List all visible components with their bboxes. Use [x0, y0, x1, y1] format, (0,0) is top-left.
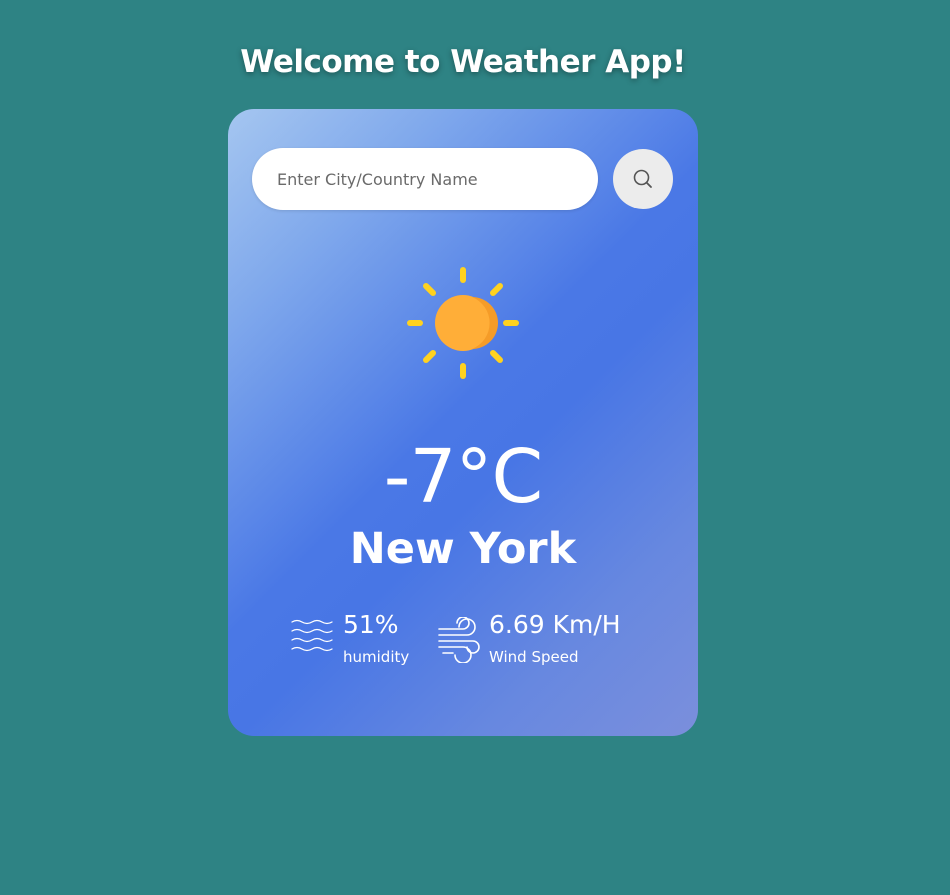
wind-stat: 6.69 Km/H Wind Speed: [437, 609, 657, 669]
humidity-stat: 51% humidity: [291, 609, 431, 669]
search-button[interactable]: [613, 149, 673, 209]
temperature: -7°C: [383, 434, 543, 520]
wind-speed-value: 6.69 Km/H: [489, 610, 621, 639]
sun-icon: [406, 266, 520, 380]
page-title: Welcome to Weather App!: [240, 44, 686, 80]
weather-card: -7°C New York 51% humidity: [228, 109, 698, 736]
wind-speed-label: Wind Speed: [489, 648, 579, 666]
humidity-waves-icon: [291, 617, 333, 661]
search-icon: [632, 168, 654, 190]
search-input[interactable]: [252, 148, 598, 210]
humidity-label: humidity: [343, 648, 410, 666]
city-name: New York: [349, 524, 577, 574]
wind-icon: [437, 616, 481, 667]
humidity-value: 51%: [343, 610, 399, 639]
